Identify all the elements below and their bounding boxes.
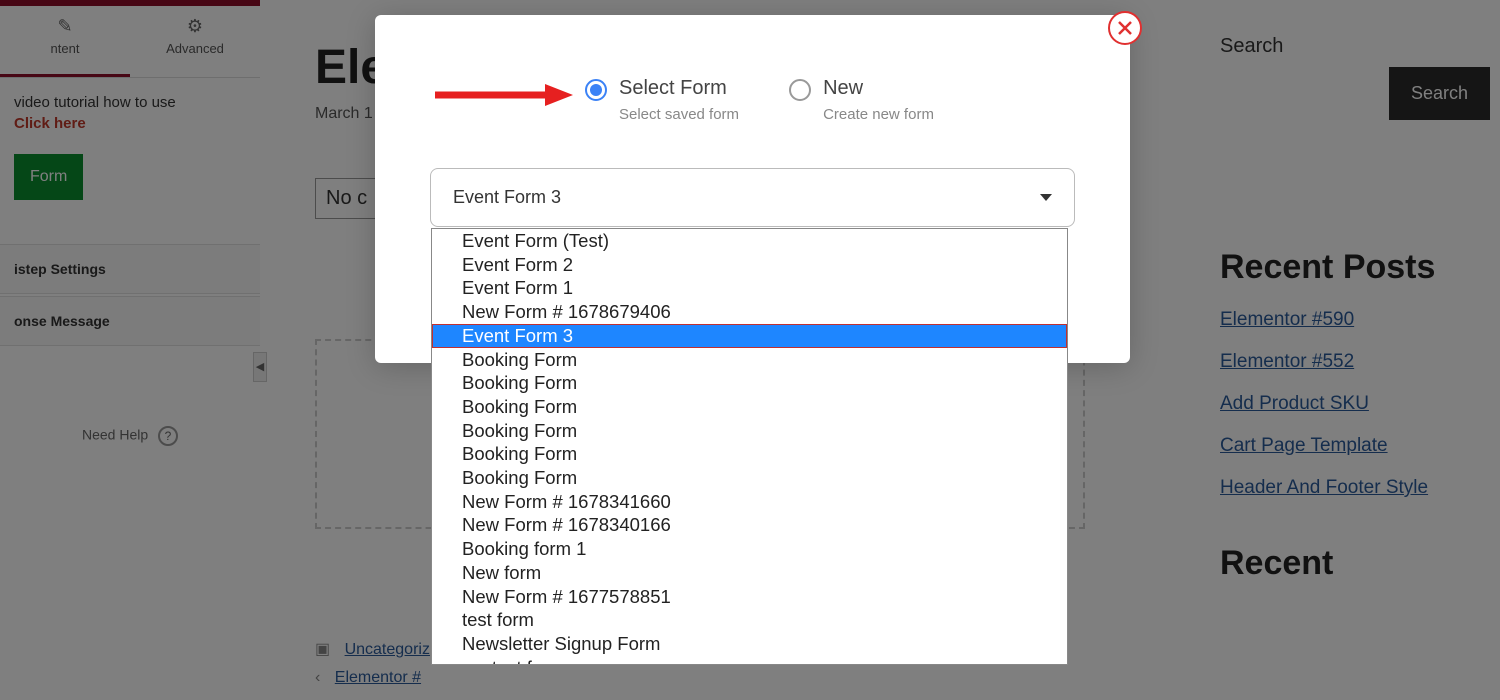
select-form-subtitle: Select saved form xyxy=(619,106,739,123)
dropdown-option[interactable]: Booking Form xyxy=(432,395,1067,419)
dropdown-option[interactable]: New Form # 1678340166 xyxy=(432,513,1067,537)
dropdown-option[interactable]: Booking Form xyxy=(432,466,1067,490)
dropdown-option[interactable]: Event Form 2 xyxy=(432,253,1067,277)
radio-select-form[interactable] xyxy=(585,79,607,101)
form-dropdown-list[interactable]: Event Form (Test)Event Form 2Event Form … xyxy=(431,228,1068,665)
selected-form-value: Event Form 3 xyxy=(453,187,561,208)
dropdown-option[interactable]: New Form # 1677578851 xyxy=(432,585,1067,609)
select-form-title: Select Form xyxy=(619,77,739,100)
new-form-title: New xyxy=(823,77,934,100)
dropdown-option[interactable]: Newsletter Signup Form xyxy=(432,632,1067,656)
dropdown-option[interactable]: New form xyxy=(432,561,1067,585)
dropdown-option[interactable]: Booking Form xyxy=(432,442,1067,466)
dropdown-option[interactable]: Booking Form xyxy=(432,348,1067,372)
dropdown-option[interactable]: New Form # 1678341660 xyxy=(432,490,1067,514)
dropdown-option[interactable]: Booking form 1 xyxy=(432,537,1067,561)
close-button[interactable] xyxy=(1108,11,1142,45)
dropdown-option[interactable]: test form xyxy=(432,608,1067,632)
new-form-subtitle: Create new form xyxy=(823,106,934,123)
form-option-row: Select Form Select saved form New Create… xyxy=(585,77,1130,123)
dropdown-option[interactable]: Booking Form xyxy=(432,419,1067,443)
arrow-annotation xyxy=(435,83,575,112)
dropdown-option[interactable]: Booking Form xyxy=(432,371,1067,395)
dropdown-option[interactable]: Event Form 3 xyxy=(432,324,1067,348)
option-new-form[interactable]: New Create new form xyxy=(789,77,934,123)
radio-new-form[interactable] xyxy=(789,79,811,101)
chevron-down-icon xyxy=(1040,194,1052,201)
dropdown-option[interactable]: Event Form (Test) xyxy=(432,229,1067,253)
dropdown-option[interactable]: contact form xyxy=(432,656,1067,665)
dropdown-option[interactable]: Event Form 1 xyxy=(432,276,1067,300)
option-select-form[interactable]: Select Form Select saved form xyxy=(585,77,739,123)
close-icon xyxy=(1117,20,1133,36)
dropdown-option[interactable]: New Form # 1678679406 xyxy=(432,300,1067,324)
form-select-dropdown[interactable]: Event Form 3 xyxy=(430,168,1075,227)
